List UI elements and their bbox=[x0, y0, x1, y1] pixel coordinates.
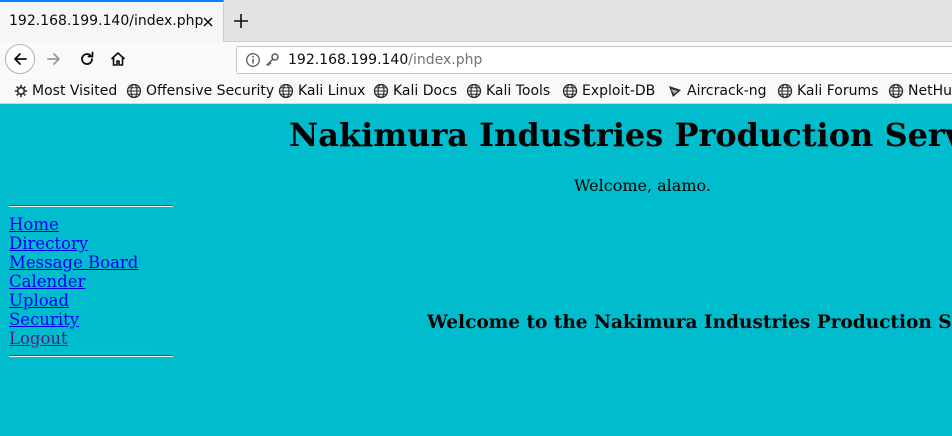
globe-icon bbox=[278, 83, 294, 99]
bookmark-kali-forums[interactable]: Kali Forums bbox=[777, 81, 878, 101]
tab-title: 192.168.199.140/index.php bbox=[9, 13, 204, 29]
bookmark-nethunter[interactable]: NetHu bbox=[888, 81, 952, 101]
bookmark-label: Kali Forums bbox=[797, 83, 879, 99]
back-button[interactable] bbox=[5, 44, 35, 74]
sidebar-divider-bottom bbox=[9, 355, 173, 357]
bookmark-kali-tools[interactable]: Kali Tools bbox=[466, 81, 550, 101]
bookmark-kali-docs[interactable]: Kali Docs bbox=[373, 81, 457, 101]
page-content: Nakimura Industries Production Serv Welc… bbox=[0, 104, 952, 436]
browser-tab[interactable]: 192.168.199.140/index.php bbox=[0, 0, 224, 42]
globe-icon bbox=[777, 83, 793, 99]
sidebar-divider-top bbox=[9, 205, 173, 207]
key-icon[interactable] bbox=[264, 52, 280, 68]
reload-button[interactable] bbox=[73, 45, 101, 73]
globe-icon bbox=[373, 83, 389, 99]
nav-link-directory[interactable]: Directory bbox=[9, 234, 138, 253]
bookmark-label: Exploit-DB bbox=[582, 83, 656, 99]
bookmark-aircrack-ng[interactable]: Aircrack-ng bbox=[667, 81, 767, 101]
aircrack-icon bbox=[669, 86, 681, 97]
bookmark-kali-linux[interactable]: Kali Linux bbox=[278, 81, 365, 101]
forward-button[interactable] bbox=[40, 45, 68, 73]
bookmark-most-visited[interactable]: Most Visited bbox=[14, 81, 117, 101]
reload-icon bbox=[81, 51, 94, 65]
bookmark-label: Most Visited bbox=[32, 83, 118, 99]
nav-link-calender[interactable]: Calender bbox=[9, 272, 138, 291]
back-arrow-icon bbox=[14, 53, 27, 65]
home-button[interactable] bbox=[104, 45, 132, 73]
welcome-user-text: Welcome, alamo. bbox=[574, 176, 711, 195]
bookmark-offensive-security[interactable]: Offensive Security bbox=[126, 81, 274, 101]
sidebar-nav: Home Directory Message Board Calender Up… bbox=[9, 215, 138, 348]
nav-link-upload[interactable]: Upload bbox=[9, 291, 138, 310]
globe-icon bbox=[126, 83, 142, 99]
globe-icon bbox=[562, 83, 578, 99]
nav-link-message-board[interactable]: Message Board bbox=[9, 253, 138, 272]
nav-link-home[interactable]: Home bbox=[9, 215, 138, 234]
bookmark-label: Offensive Security bbox=[146, 83, 275, 99]
address-bar[interactable]: 192.168.199.140/index.php bbox=[236, 46, 952, 74]
bookmarks-toolbar: Most Visited Offensive Security Kali Lin… bbox=[0, 78, 952, 104]
url-host: 192.168.199.140 bbox=[288, 52, 409, 68]
bookmark-label: Kali Linux bbox=[298, 83, 366, 99]
forward-arrow-icon bbox=[47, 53, 60, 65]
home-icon bbox=[110, 52, 126, 66]
globe-icon bbox=[466, 83, 482, 99]
info-icon[interactable] bbox=[245, 52, 261, 68]
bookmark-label: Aircrack-ng bbox=[687, 83, 767, 99]
nav-link-security[interactable]: Security bbox=[9, 310, 138, 329]
bookmark-exploit-db[interactable]: Exploit-DB bbox=[562, 81, 655, 101]
globe-icon bbox=[888, 83, 904, 99]
tab-strip: 192.168.199.140/index.php bbox=[0, 0, 952, 42]
navigation-toolbar: 192.168.199.140/index.php bbox=[0, 42, 952, 78]
bookmark-label: Kali Tools bbox=[486, 83, 551, 99]
main-heading: Welcome to the Nakimura Industries Produ… bbox=[427, 312, 952, 333]
bookmark-label: Kali Docs bbox=[393, 83, 458, 99]
nav-link-logout[interactable]: Logout bbox=[9, 329, 138, 348]
url-path: /index.php bbox=[408, 52, 483, 68]
new-tab-icon[interactable] bbox=[231, 11, 251, 31]
gear-icon bbox=[14, 84, 28, 98]
site-title: Nakimura Industries Production Serv bbox=[289, 116, 952, 154]
close-tab-icon[interactable] bbox=[200, 14, 216, 30]
bookmark-label: NetHu bbox=[908, 83, 952, 99]
url-text: 192.168.199.140/index.php bbox=[288, 52, 482, 68]
